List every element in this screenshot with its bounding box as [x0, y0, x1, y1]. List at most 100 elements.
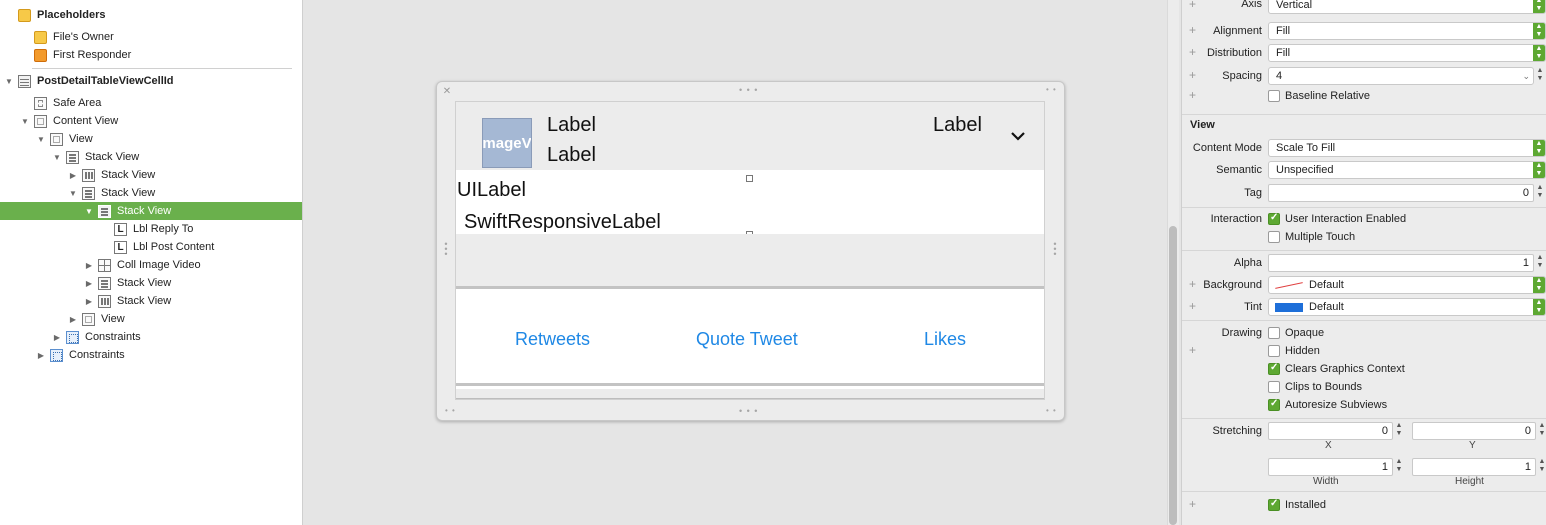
stretching-y-field[interactable]: 0 [1412, 422, 1536, 440]
stretching-width-field[interactable]: 1 [1268, 458, 1393, 476]
outline-item-files-owner[interactable]: File's Owner [0, 28, 302, 46]
quote-tweet-button[interactable]: Quote Tweet [696, 329, 798, 350]
corner-grip-icon[interactable]: • • [1046, 85, 1057, 94]
disclosure-expanded-icon[interactable]: ▼ [36, 134, 46, 144]
tag-stepper[interactable]: ▲ ▼ [1535, 184, 1545, 202]
spacing-combo[interactable]: 4 ⌄ [1268, 67, 1534, 85]
disclosure-expanded-icon[interactable]: ▼ [84, 206, 94, 216]
chevron-down-icon[interactable]: ⌄ [1522, 68, 1530, 84]
outline-item-cell[interactable]: ▼ PostDetailTableViewCellId [0, 72, 302, 90]
opaque-checkbox[interactable] [1268, 327, 1280, 339]
canvas-scrollbar[interactable] [1169, 226, 1177, 525]
background-popup[interactable]: Default ▲ ▼ [1268, 276, 1546, 294]
axis-popup[interactable]: Vertical ▲ ▼ [1268, 0, 1546, 14]
distribution-popup[interactable]: Fill ▲ ▼ [1268, 44, 1546, 62]
outline-item-constraints[interactable]: ▶ Constraints [0, 328, 302, 346]
retweets-button[interactable]: Retweets [515, 329, 590, 350]
popup-arrows-icon: ▲ ▼ [1533, 45, 1545, 61]
outline-item-stack-view[interactable]: ▼ Stack View [0, 148, 302, 166]
drag-handle-icon[interactable]: • • • [739, 406, 758, 416]
stretching-x-stepper[interactable]: ▲ ▼ [1394, 422, 1404, 440]
content-mode-popup[interactable]: Scale To Fill ▲ ▼ [1268, 139, 1546, 157]
outline-item-stack-view[interactable]: ▶ Stack View [0, 166, 302, 184]
disclosure-collapsed-icon[interactable]: ▶ [84, 260, 94, 270]
baseline-relative-checkbox[interactable] [1268, 90, 1280, 102]
outline-item-label: Safe Area [53, 97, 102, 109]
clips-to-bounds-checkbox[interactable] [1268, 381, 1280, 393]
stretching-height-stepper[interactable]: ▲ ▼ [1537, 458, 1546, 476]
media-collection-area[interactable] [456, 234, 1044, 289]
stretching-height-field[interactable]: 1 [1412, 458, 1536, 476]
tint-popup[interactable]: Default ▲ ▼ [1268, 298, 1546, 316]
outline-item-label: Content View [53, 115, 119, 127]
disclosure-collapsed-icon[interactable]: ▶ [84, 296, 94, 306]
installed-checkbox[interactable] [1268, 498, 1280, 511]
stretching-x-field[interactable]: 0 [1268, 422, 1393, 440]
outline-item-constraints[interactable]: ▶ Constraints [0, 346, 302, 364]
disclosure-expanded-icon[interactable]: ▼ [20, 116, 30, 126]
table-view-cell[interactable]: mageV Label Label Label UILabel SwiftRes… [455, 101, 1045, 400]
selection-handle[interactable] [746, 175, 753, 182]
disclosure-expanded-icon[interactable]: ▼ [68, 188, 78, 198]
actions-stack[interactable]: Retweets Quote Tweet Likes [456, 292, 1044, 386]
spacing-stepper[interactable]: ▲ ▼ [1535, 67, 1545, 85]
outline-item-stack-view[interactable]: ▼ Stack View [0, 184, 302, 202]
outline-item-safe-area[interactable]: Safe Area [0, 94, 302, 112]
reply-to-label[interactable]: UILabel [457, 179, 526, 202]
disclosure-collapsed-icon[interactable]: ▶ [84, 278, 94, 288]
disclosure-expanded-icon[interactable]: ▼ [52, 152, 62, 162]
outline-item-first-responder[interactable]: First Responder [0, 46, 302, 64]
disclosure-collapsed-icon[interactable]: ▶ [52, 332, 62, 342]
outline-item-placeholders[interactable]: Placeholders [0, 6, 302, 24]
alpha-stepper[interactable]: ▲ ▼ [1535, 254, 1545, 272]
files-owner-icon [34, 30, 47, 44]
hidden-checkbox[interactable] [1268, 345, 1280, 357]
user-interaction-enabled-checkbox[interactable] [1268, 212, 1280, 225]
profile-image-view[interactable]: mageV [482, 118, 532, 168]
outline-item-view[interactable]: ▶ View [0, 310, 302, 328]
tag-field[interactable]: 0 [1268, 184, 1534, 202]
close-icon[interactable]: ✕ [442, 87, 452, 97]
stretching-y-stepper[interactable]: ▲ ▼ [1537, 422, 1546, 440]
outline-item-stack-view[interactable]: ▶ Stack View [0, 292, 302, 310]
alpha-field[interactable]: 1 [1268, 254, 1534, 272]
popup-arrows-icon: ▲ ▼ [1533, 277, 1545, 293]
outline-item-label: Stack View [101, 169, 156, 181]
semantic-popup[interactable]: Unspecified ▲ ▼ [1268, 161, 1546, 179]
distribution-value: Fill [1276, 47, 1291, 59]
autoresize-subviews-checkbox[interactable] [1268, 398, 1280, 411]
disclosure-expanded-icon[interactable]: ▼ [4, 76, 14, 86]
alignment-popup[interactable]: Fill ▲ ▼ [1268, 22, 1546, 40]
disclosure-collapsed-icon[interactable]: ▶ [68, 170, 78, 180]
plus-icon[interactable]: + [1189, 497, 1196, 511]
outline-item-lbl-reply-to[interactable]: L Lbl Reply To [0, 220, 302, 238]
outline-item-lbl-post-content[interactable]: L Lbl Post Content [0, 238, 302, 256]
outline-item-stack-view-selected[interactable]: ▼ Stack View [0, 202, 302, 220]
plus-icon[interactable]: + [1189, 88, 1196, 102]
side-grip-icon[interactable]: • • • [443, 240, 449, 259]
chevron-down-icon[interactable] [1010, 126, 1026, 147]
multiple-touch-checkbox[interactable] [1268, 231, 1280, 243]
plus-icon[interactable]: + [1189, 343, 1196, 357]
post-content-label[interactable]: SwiftResponsiveLabel [464, 211, 661, 234]
disclosure-collapsed-icon[interactable]: ▶ [36, 350, 46, 360]
corner-grip-icon[interactable]: • • [1046, 406, 1057, 415]
multiple-touch-label: Multiple Touch [1285, 231, 1356, 243]
outline-item-coll-image-video[interactable]: ▶ Coll Image Video [0, 256, 302, 274]
date-label[interactable]: Label [933, 114, 982, 137]
bottom-view[interactable] [456, 389, 1044, 399]
disclosure-collapsed-icon[interactable]: ▶ [68, 314, 78, 324]
corner-grip-icon[interactable]: • • [445, 406, 456, 415]
outline-item-stack-view[interactable]: ▶ Stack View [0, 274, 302, 292]
interface-builder-canvas[interactable]: ✕ • • • • • • • • • • • • • • • • • • mageV … [303, 0, 1181, 525]
side-grip-icon[interactable]: • • • [1052, 240, 1058, 259]
drag-handle-icon[interactable]: • • • [739, 85, 758, 95]
drawing-label: Drawing [1221, 327, 1262, 339]
likes-button[interactable]: Likes [924, 329, 966, 350]
outline-item-content-view[interactable]: ▼ Content View [0, 112, 302, 130]
handle-label[interactable]: Label [547, 144, 596, 167]
clears-graphics-context-checkbox[interactable] [1268, 362, 1280, 375]
stretching-width-stepper[interactable]: ▲ ▼ [1394, 458, 1404, 476]
name-label[interactable]: Label [547, 114, 596, 137]
outline-item-view[interactable]: ▼ View [0, 130, 302, 148]
